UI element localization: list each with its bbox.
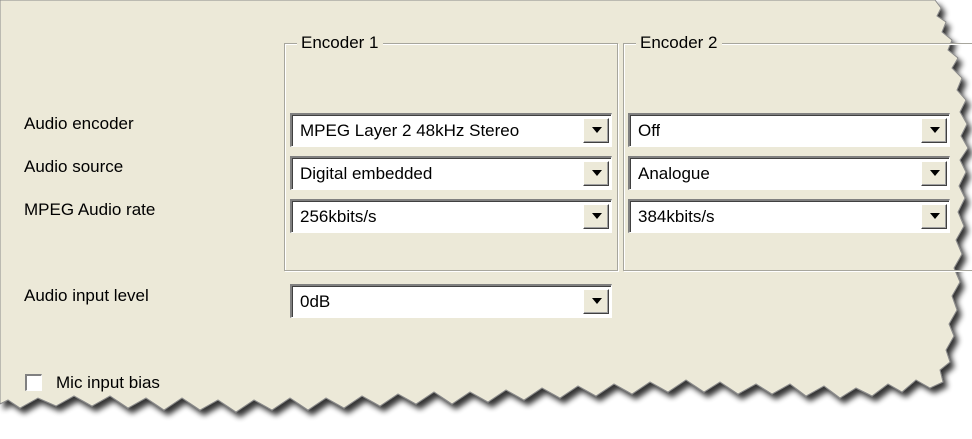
audio-input-level-value: 0dB (300, 292, 331, 311)
audio-input-level-select[interactable]: 0dB (290, 284, 612, 318)
mic-input-bias-checkbox[interactable] (25, 374, 42, 391)
encoder1-mpeg-audio-rate-value: 256kbits/s (300, 207, 377, 226)
encoder2-mpeg-audio-rate-value: 384kbits/s (638, 207, 715, 226)
audio-source-label: Audio source (24, 157, 124, 176)
chevron-down-icon (592, 127, 602, 133)
encoder1-mpeg-audio-rate-dropdown-button[interactable] (583, 204, 609, 229)
audio-encoder-label: Audio encoder (24, 114, 134, 133)
encoder2-group-title: Encoder 2 (636, 32, 722, 54)
chevron-down-icon (930, 213, 940, 219)
mic-input-bias-label: Mic input bias (56, 373, 160, 392)
encoder1-audio-source-value: Digital embedded (300, 164, 433, 183)
chevron-down-icon (592, 213, 602, 219)
encoder2-mpeg-audio-rate-select[interactable]: 384kbits/s (628, 199, 950, 233)
encoder1-mpeg-audio-rate-select[interactable]: 256kbits/s (290, 199, 612, 233)
encoder2-audio-source-value: Analogue (638, 164, 710, 183)
chevron-down-icon (930, 127, 940, 133)
encoder2-audio-encoder-dropdown-button[interactable] (921, 118, 947, 143)
encoder1-audio-encoder-value: MPEG Layer 2 48kHz Stereo (300, 121, 520, 140)
encoder1-audio-source-dropdown-button[interactable] (583, 161, 609, 186)
encoder1-audio-encoder-dropdown-button[interactable] (583, 118, 609, 143)
encoder2-audio-source-select[interactable]: Analogue (628, 156, 950, 190)
audio-input-level-label: Audio input level (24, 286, 149, 305)
chevron-down-icon (592, 298, 602, 304)
chevron-down-icon (592, 170, 602, 176)
encoder2-audio-encoder-select[interactable]: Off (628, 113, 950, 147)
encoder2-audio-source-dropdown-button[interactable] (921, 161, 947, 186)
chevron-down-icon (930, 170, 940, 176)
encoder2-audio-encoder-value: Off (638, 121, 661, 140)
encoder1-group-title: Encoder 1 (297, 32, 383, 54)
encoder1-audio-encoder-select[interactable]: MPEG Layer 2 48kHz Stereo (290, 113, 612, 147)
encoder1-audio-source-select[interactable]: Digital embedded (290, 156, 612, 190)
mpeg-audio-rate-label: MPEG Audio rate (24, 200, 156, 219)
encoder2-mpeg-audio-rate-dropdown-button[interactable] (921, 204, 947, 229)
audio-input-level-dropdown-button[interactable] (583, 289, 609, 314)
